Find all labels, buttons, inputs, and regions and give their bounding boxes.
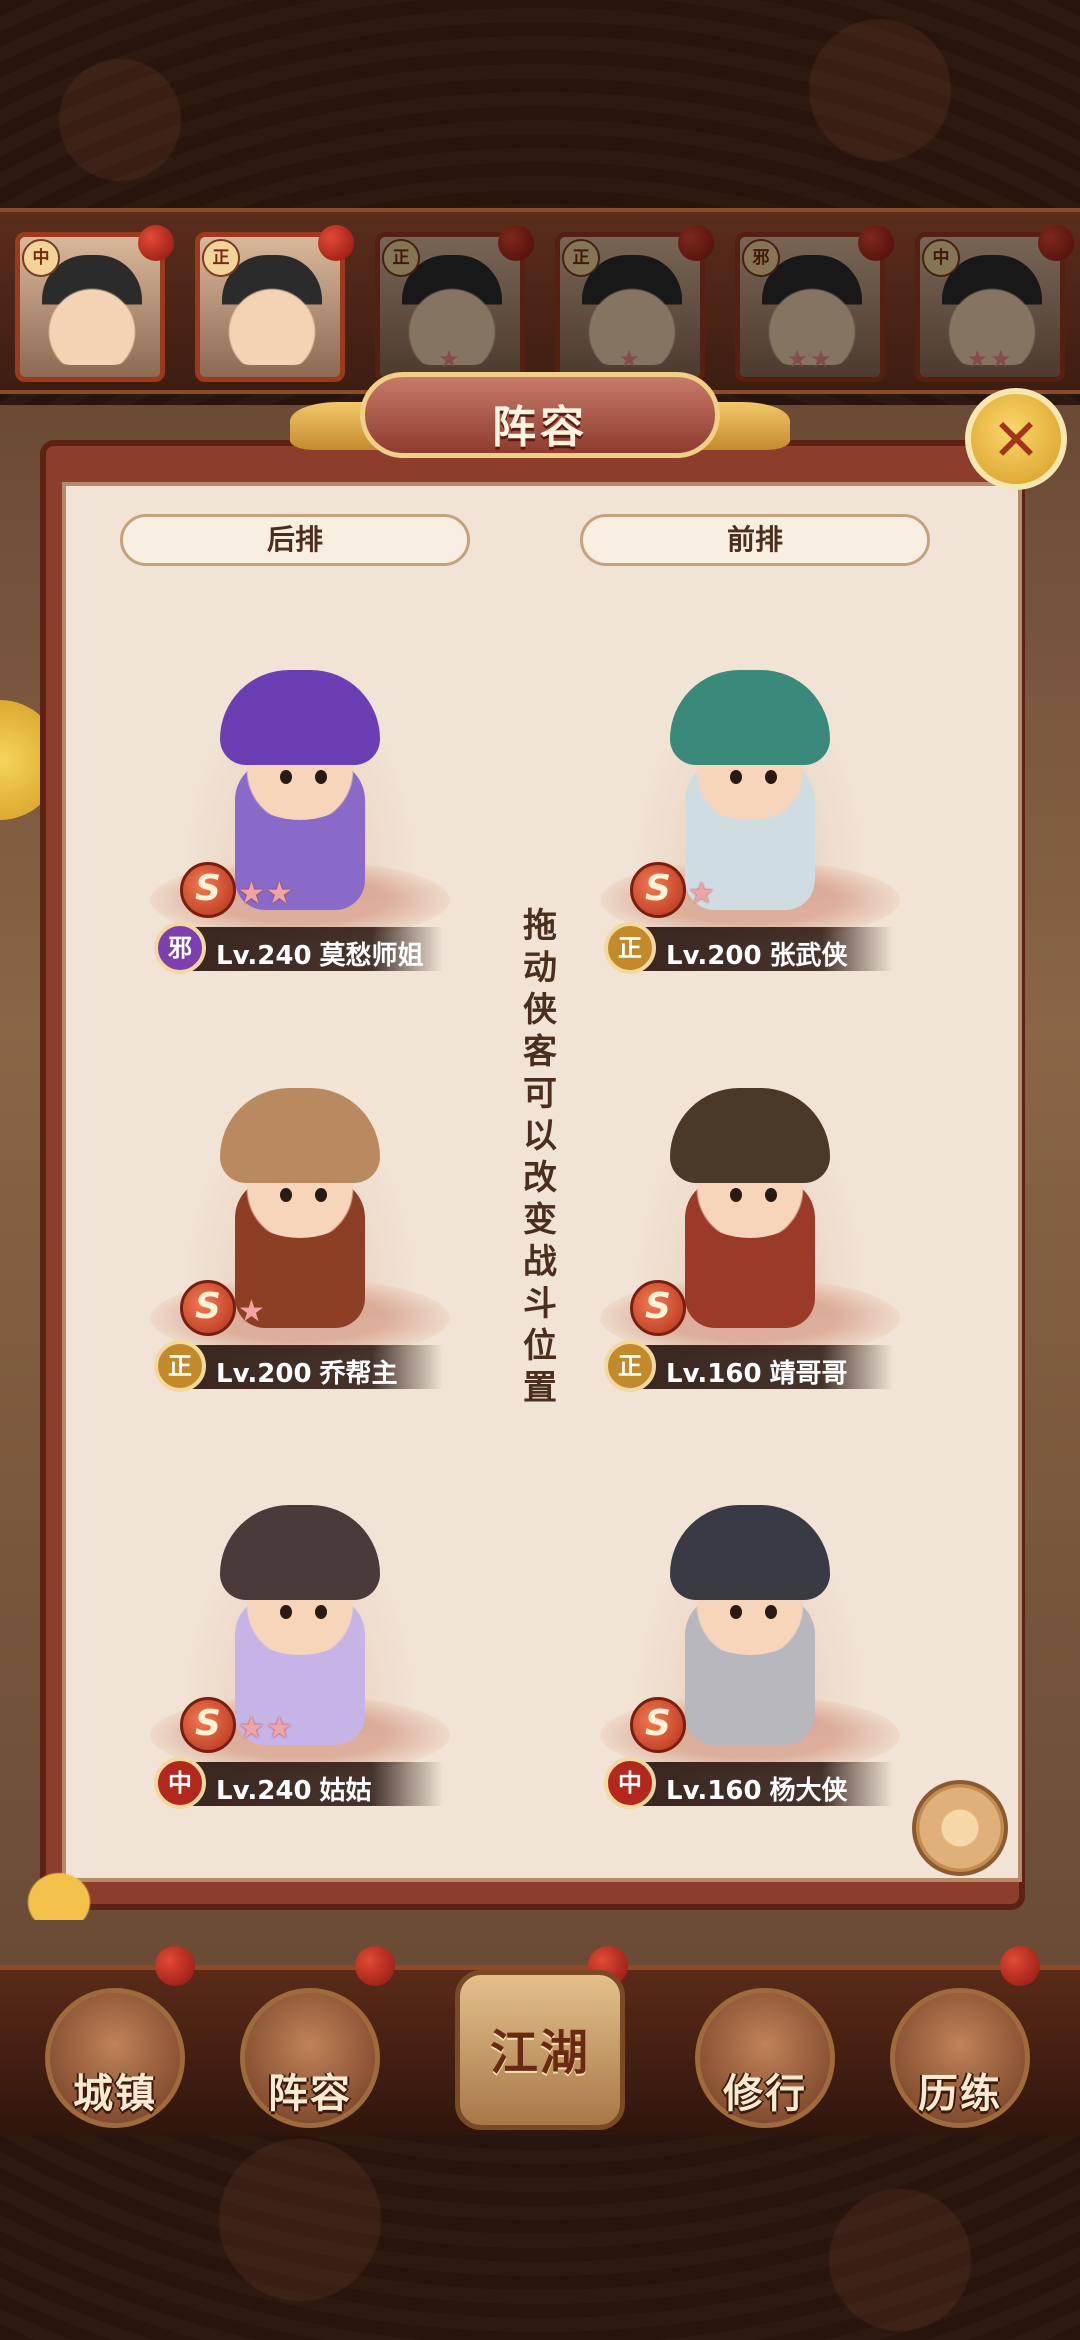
hero-name: 乔帮主 <box>319 1359 398 1389</box>
lantern-icon <box>318 225 354 261</box>
hero-eye <box>730 1605 742 1619</box>
hero-card[interactable]: S ★ 正 Lv.200 乔帮主 <box>140 1048 460 1408</box>
lantern-icon <box>498 225 534 261</box>
nav-jianghu-label: 江湖 <box>489 2025 590 2081</box>
hero-level: Lv.160 <box>666 1776 762 1806</box>
nav-town-label: 城镇 <box>73 2071 157 2117</box>
flower-icon[interactable] <box>912 1780 1008 1876</box>
faction-badge: 正 <box>202 239 240 277</box>
star-rating: ★ <box>688 876 716 911</box>
faction-badge: 正 <box>154 1340 206 1392</box>
hero-card[interactable]: S 中 Lv.160 杨大侠 <box>590 1465 910 1825</box>
nav-training-button[interactable]: 历练 <box>890 1988 1030 2128</box>
s-rank-icon: S <box>630 1697 686 1753</box>
roster-slot-6[interactable]: 中 ★★ <box>915 225 1074 382</box>
s-rank-icon: S <box>630 862 686 918</box>
hero-eye <box>730 770 742 784</box>
hero-card[interactable]: S ★ 正 Lv.200 张武侠 <box>590 630 910 990</box>
panel-title-plate: 阵容 <box>290 360 790 470</box>
hero-level: Lv.200 <box>216 1359 312 1389</box>
hero-name: 杨大侠 <box>769 1776 848 1806</box>
lantern-icon <box>678 225 714 261</box>
faction-badge: 正 <box>562 239 600 277</box>
bottom-navigation: 城镇 阵容 江湖 修行 历练 <box>0 1946 1080 2135</box>
nav-town-button[interactable]: 城镇 <box>45 1988 185 2128</box>
nav-cultivate-label: 修行 <box>723 2071 807 2117</box>
faction-badge: 中 <box>22 239 60 277</box>
hero-eye <box>765 1188 777 1202</box>
hero-card[interactable]: S 正 Lv.160 靖哥哥 <box>590 1048 910 1408</box>
hero-level: Lv.240 <box>216 941 312 971</box>
hero-portrait <box>222 255 322 365</box>
hero-info: Lv.240 姑姑 <box>216 1770 372 1807</box>
hero-eye <box>315 770 327 784</box>
faction-badge: 邪 <box>154 922 206 974</box>
faction-badge: 邪 <box>742 239 780 277</box>
lantern-icon <box>1000 1946 1040 1986</box>
title-center: 阵容 <box>360 372 720 458</box>
faction-badge: 正 <box>604 922 656 974</box>
s-rank-icon: S <box>180 862 236 918</box>
hero-level: Lv.160 <box>666 1359 762 1389</box>
hero-eye <box>765 1605 777 1619</box>
star-rating: ★ <box>238 1294 266 1329</box>
hero-info: Lv.160 杨大侠 <box>666 1770 848 1807</box>
hero-eye <box>280 1188 292 1202</box>
hero-info: Lv.240 莫愁师姐 <box>216 935 424 972</box>
lantern-icon <box>155 1946 195 1986</box>
hero-eye <box>280 770 292 784</box>
star-rating: ★★ <box>966 345 1014 373</box>
hero-name: 姑姑 <box>319 1776 372 1806</box>
faction-badge: 正 <box>604 1340 656 1392</box>
panel-title: 阵容 <box>492 402 588 453</box>
hero-card[interactable]: S ★★ 邪 Lv.240 莫愁师姐 <box>140 630 460 990</box>
star-rating: ★★ <box>238 876 294 911</box>
roster-slot-1[interactable]: 中 <box>15 225 174 382</box>
s-rank-icon: S <box>180 1280 236 1336</box>
hero-info: Lv.160 靖哥哥 <box>666 1353 848 1390</box>
nav-jianghu-button[interactable]: 江湖 <box>455 1970 625 2130</box>
nav-cultivate-button[interactable]: 修行 <box>695 1988 835 2128</box>
nav-lineup-label: 阵容 <box>268 2071 352 2117</box>
faction-badge: 中 <box>154 1757 206 1809</box>
hero-eye <box>315 1605 327 1619</box>
hero-portrait <box>42 255 142 365</box>
hero-eye <box>280 1605 292 1619</box>
lantern-icon <box>858 225 894 261</box>
close-button[interactable]: ✕ <box>965 388 1067 490</box>
hero-eye <box>765 770 777 784</box>
corner-cloud-ornament <box>14 1860 104 1920</box>
hero-level: Lv.200 <box>666 941 762 971</box>
front-row-header: 前排 <box>580 514 930 566</box>
hero-name: 莫愁师姐 <box>319 941 424 971</box>
hero-name: 张武侠 <box>769 941 848 971</box>
hero-info: Lv.200 乔帮主 <box>216 1353 398 1390</box>
lantern-icon <box>1038 225 1074 261</box>
star-rating: ★★ <box>238 1711 294 1746</box>
crossed-swords-icon: ✕ <box>991 406 1041 474</box>
hero-card[interactable]: S ★★ 中 Lv.240 姑姑 <box>140 1465 460 1825</box>
lantern-icon <box>138 225 174 261</box>
back-row-header: 后排 <box>120 514 470 566</box>
hero-level: Lv.240 <box>216 1776 312 1806</box>
faction-badge: 中 <box>604 1757 656 1809</box>
hero-info: Lv.200 张武侠 <box>666 935 848 972</box>
s-rank-icon: S <box>630 1280 686 1336</box>
hero-name: 靖哥哥 <box>769 1359 848 1389</box>
hero-eye <box>730 1188 742 1202</box>
faction-badge: 中 <box>922 239 960 277</box>
nav-training-label: 历练 <box>918 2071 1002 2117</box>
lantern-icon <box>355 1946 395 1986</box>
hero-eye <box>315 1188 327 1202</box>
nav-lineup-button[interactable]: 阵容 <box>240 1988 380 2128</box>
faction-badge: 正 <box>382 239 420 277</box>
s-rank-icon: S <box>180 1697 236 1753</box>
drag-hint-text: 拖动侠客可以改变战斗位置 <box>523 906 557 1408</box>
